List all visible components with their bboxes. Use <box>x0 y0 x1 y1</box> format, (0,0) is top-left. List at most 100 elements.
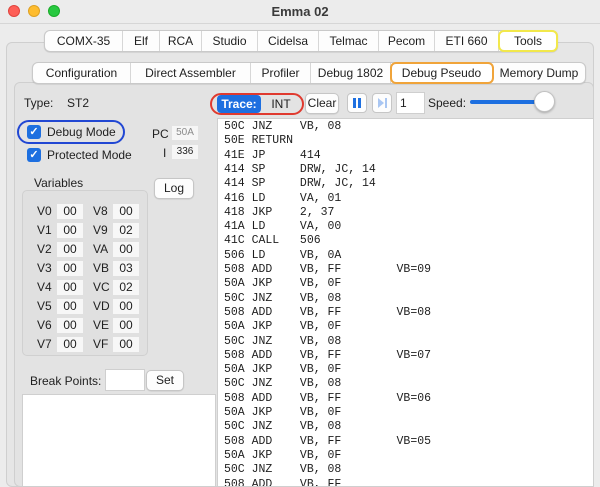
trace-line: 418 JKP 2, 37 <box>224 205 335 219</box>
variables-label: Variables <box>34 176 84 190</box>
var-value: 00 <box>57 280 83 295</box>
tab-comx-35[interactable]: COMX-35 <box>45 31 123 51</box>
trace-line: 50C JNZ VB, 08 <box>224 377 342 391</box>
sub-tab-bar: Configuration Direct Assembler Profiler … <box>32 62 586 84</box>
pc-value: 50A <box>172 126 198 140</box>
var-name: V9 <box>93 223 108 237</box>
log-button[interactable]: Log <box>154 178 194 199</box>
tab-configuration[interactable]: Configuration <box>33 63 131 83</box>
tab-profiler[interactable]: Profiler <box>251 63 311 83</box>
var-name: VC <box>93 280 110 294</box>
var-value: 00 <box>113 337 139 352</box>
trace-line: 41A LD VA, 00 <box>224 220 342 234</box>
trace-line: 414 SP DRW, JC, 14 <box>224 177 376 191</box>
trace-line: 50A JKP VB, 0F <box>224 406 342 419</box>
break-point-input[interactable] <box>105 369 145 391</box>
var-name: V2 <box>37 242 52 256</box>
trace-line: 508 ADD VB, FF VB=06 <box>224 391 432 405</box>
debug-mode-label: Debug Mode <box>47 125 116 139</box>
var-name: VF <box>93 337 109 351</box>
main-tab-bar: COMX-35 Elf RCA Studio Cidelsa Telmac Pe… <box>44 30 558 52</box>
var-value: 00 <box>57 299 83 314</box>
var-name: V6 <box>37 318 52 332</box>
pause-icon <box>353 98 361 108</box>
trace-line: 508 ADD VB, FF <box>224 477 342 487</box>
var-value: 00 <box>57 242 83 257</box>
var-value: 00 <box>57 223 83 238</box>
trace-line: 50C JNZ VB, 08 <box>224 334 342 348</box>
trace-line: 506 LD VB, 0A <box>224 248 342 262</box>
var-name: VA <box>93 242 109 256</box>
var-value: 03 <box>113 261 139 276</box>
int-button[interactable]: INT <box>262 95 300 113</box>
type-label: Type: <box>24 96 54 110</box>
var-value: 02 <box>113 280 139 295</box>
var-value: 00 <box>113 204 139 219</box>
tab-pecom[interactable]: Pecom <box>379 31 435 51</box>
tab-debug-1802[interactable]: Debug 1802 <box>311 63 391 83</box>
var-name: VB <box>93 261 110 275</box>
trace-line: 50A JKP VB, 0F <box>224 277 342 291</box>
tab-telmac[interactable]: Telmac <box>319 31 379 51</box>
tab-eti-660[interactable]: ETI 660 <box>435 31 499 51</box>
trace-line: 414 SP DRW, JC, 14 <box>224 162 376 176</box>
step-forward-icon <box>378 98 387 108</box>
var-name: VD <box>93 299 110 313</box>
var-value: 00 <box>57 261 83 276</box>
tab-debug-pseudo[interactable]: Debug Pseudo <box>390 62 494 84</box>
trace-toggle-button[interactable]: Trace: <box>217 95 261 113</box>
window-title: Emma 02 <box>271 4 329 19</box>
speed-slider-knob[interactable] <box>534 91 555 112</box>
step-count-input[interactable]: 1 <box>396 92 425 114</box>
var-value: 02 <box>113 223 139 238</box>
trace-output[interactable]: 50C JNZ VB, 08 50E RETURN 41E JP 414 414 SP… <box>217 118 594 487</box>
var-value: 00 <box>57 337 83 352</box>
emma02-window: Emma 02 COMX-35 Elf RCA Studio Cidelsa T… <box>0 0 600 487</box>
trace-line: 50C JNZ VB, 08 <box>224 120 342 133</box>
trace-line: 50C JNZ VB, 08 <box>224 291 342 305</box>
tab-direct-assembler[interactable]: Direct Assembler <box>131 63 251 83</box>
step-button[interactable] <box>372 93 392 113</box>
trace-line: 50E RETURN <box>224 134 294 148</box>
var-name: V3 <box>37 261 52 275</box>
var-value: 00 <box>57 204 83 219</box>
trace-line: 50A JKP VB, 0F <box>224 320 342 334</box>
trace-line: 508 ADD VB, FF VB=05 <box>224 434 432 448</box>
tab-rca[interactable]: RCA <box>160 31 202 51</box>
tab-cidelsa[interactable]: Cidelsa <box>258 31 319 51</box>
tab-elf[interactable]: Elf <box>123 31 160 51</box>
var-name: V1 <box>37 223 52 237</box>
pause-button[interactable] <box>347 93 367 113</box>
break-points-label: Break Points: <box>30 374 102 388</box>
tab-tools[interactable]: Tools <box>498 30 558 52</box>
trace-line: 508 ADD VB, FF VB=09 <box>224 263 432 276</box>
i-label: I <box>163 146 167 160</box>
trace-line: 50C JNZ VB, 08 <box>224 463 342 477</box>
var-name: V8 <box>93 204 108 218</box>
tab-memory-dump[interactable]: Memory Dump <box>493 63 585 83</box>
var-name: V5 <box>37 299 52 313</box>
var-name: V7 <box>37 337 52 351</box>
debug-mode-checkbox[interactable]: ✓ <box>27 125 41 139</box>
var-value: 00 <box>113 299 139 314</box>
var-value: 00 <box>57 318 83 333</box>
i-value: 336 <box>172 145 198 159</box>
clear-button[interactable]: Clear <box>305 93 339 114</box>
var-name: VE <box>93 318 110 332</box>
trace-line: 50A JKP VB, 0F <box>224 363 342 377</box>
var-name: V4 <box>37 280 52 294</box>
var-name: V0 <box>37 204 52 218</box>
protected-mode-label: Protected Mode <box>47 148 132 162</box>
var-value: 00 <box>113 318 139 333</box>
title-bar: Emma 02 <box>0 0 600 24</box>
type-value: ST2 <box>67 96 90 110</box>
trace-line: 41E JP 414 <box>224 148 321 162</box>
variables-group: V0 00 V8 00 V1 00 V9 02 V2 00 VA 00 V3 0… <box>22 190 148 356</box>
pc-label: PC <box>152 127 169 141</box>
tab-studio[interactable]: Studio <box>202 31 258 51</box>
trace-line: 416 LD VA, 01 <box>224 191 342 205</box>
set-break-point-button[interactable]: Set <box>146 370 184 391</box>
break-points-list[interactable] <box>22 394 216 487</box>
var-value: 00 <box>113 242 139 257</box>
protected-mode-checkbox[interactable]: ✓ <box>27 148 41 162</box>
